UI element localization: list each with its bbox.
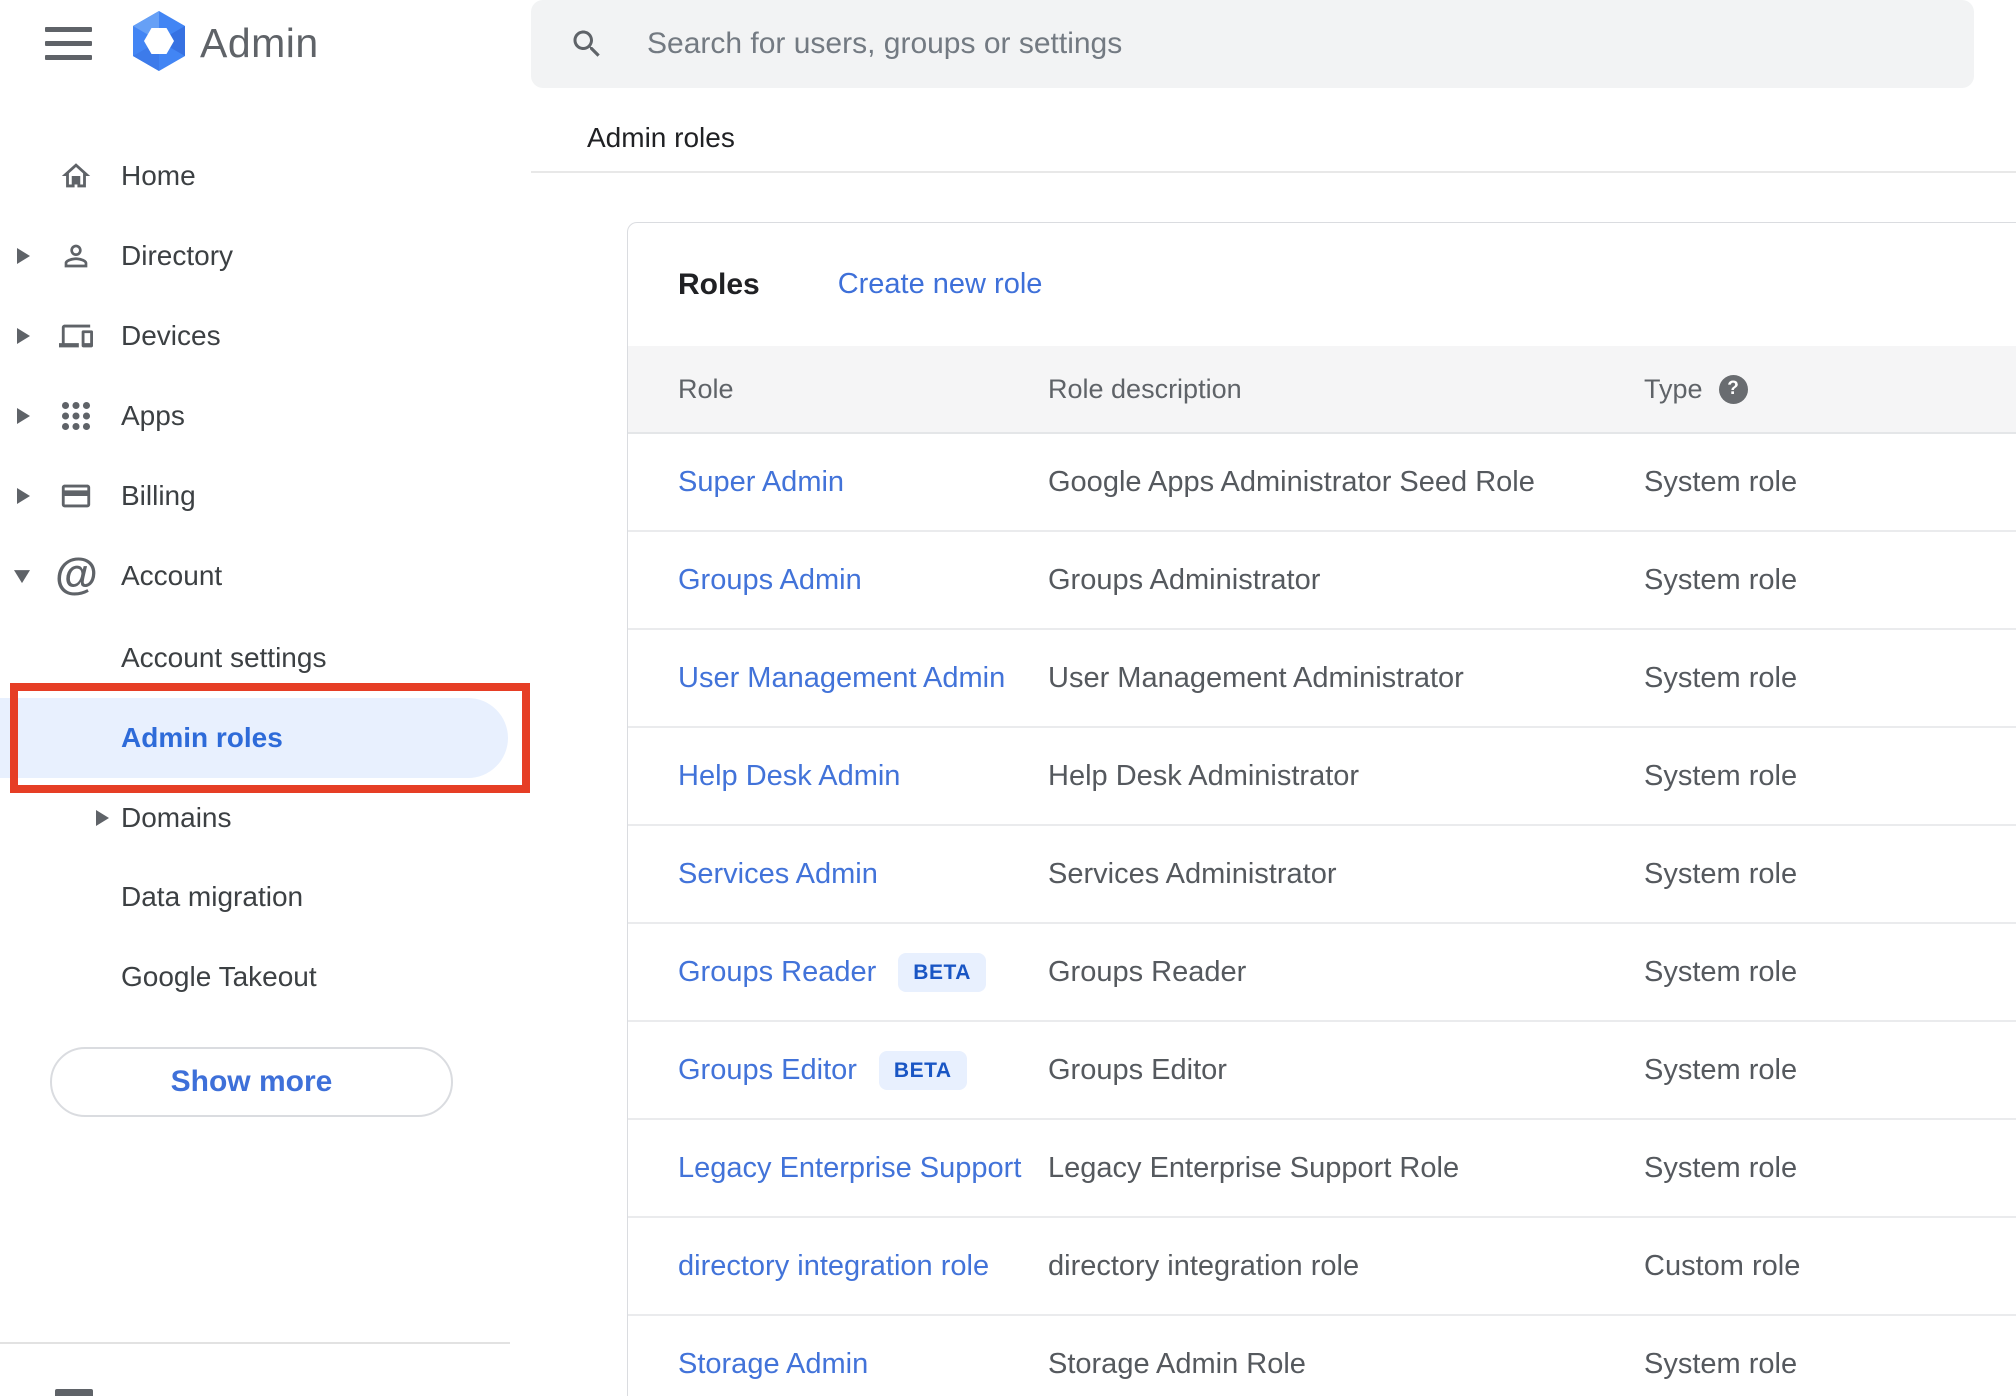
home-icon [59, 159, 93, 193]
table-row: directory integration role directory int… [628, 1218, 2016, 1316]
create-new-role-link[interactable]: Create new role [838, 268, 1043, 301]
role-type: System role [1644, 1053, 1798, 1086]
expand-arrow-icon[interactable] [17, 328, 30, 344]
expand-arrow-icon[interactable] [17, 488, 30, 504]
show-more-button[interactable]: Show more [50, 1047, 453, 1117]
sidebar-item-home[interactable]: Home [0, 136, 531, 216]
sidebar-item-label: Account [121, 560, 223, 591]
role-link[interactable]: Groups Editor [678, 1054, 857, 1087]
sidebar-item-label: Account settings [121, 642, 327, 673]
apps-grid-icon [59, 399, 93, 433]
search-bar[interactable] [531, 0, 1974, 88]
role-description: Google Apps Administrator Seed Role [1048, 465, 1535, 498]
sidebar-item-label: Data migration [121, 881, 304, 912]
sidebar-item-account[interactable]: @ Account [0, 536, 531, 616]
role-type: System role [1644, 857, 1798, 890]
role-type: Custom role [1644, 1249, 1801, 1282]
sidebar-item-label: Admin roles [121, 722, 283, 753]
role-description: directory integration role [1048, 1249, 1360, 1282]
roles-card: Roles Create new role Role Role descript… [627, 222, 2016, 1396]
devices-icon [59, 319, 93, 353]
role-link[interactable]: directory integration role [678, 1250, 989, 1283]
sidebar-item-account-settings[interactable]: Account settings [0, 618, 531, 698]
table-header-row: Role Role description Type ? [628, 346, 2016, 434]
role-description: Groups Reader [1048, 955, 1247, 988]
table-row: Groups Editor BETA Groups Editor System … [628, 1022, 2016, 1120]
help-icon[interactable]: ? [1718, 374, 1748, 404]
sidebar: Admin Home Directory Devices Apps Billin… [0, 0, 531, 1396]
table-row: User Management Admin User Management Ad… [628, 630, 2016, 728]
sidebar-item-label: Google Takeout [121, 961, 317, 992]
role-description: Services Administrator [1048, 857, 1337, 890]
role-description: Help Desk Administrator [1048, 759, 1360, 792]
role-type: System role [1644, 465, 1798, 498]
clipped-bottom-icon [55, 1389, 93, 1396]
sidebar-item-directory[interactable]: Directory [0, 216, 531, 296]
admin-logo-icon [128, 10, 190, 77]
search-input[interactable] [647, 27, 1927, 61]
beta-badge: BETA [878, 1050, 967, 1090]
role-link[interactable]: Services Admin [678, 858, 878, 891]
collapse-arrow-icon[interactable] [14, 570, 30, 584]
table-row: Services Admin Services Administrator Sy… [628, 826, 2016, 924]
role-description: Storage Admin Role [1048, 1347, 1306, 1380]
role-description: Legacy Enterprise Support Role [1048, 1151, 1460, 1184]
sidebar-item-domains[interactable]: Domains [0, 778, 531, 858]
admin-console-screen: Admin Home Directory Devices Apps Billin… [0, 0, 2016, 1396]
sidebar-item-label: Domains [121, 802, 232, 833]
role-type: System role [1644, 955, 1798, 988]
sidebar-item-google-takeout[interactable]: Google Takeout [0, 937, 531, 1017]
sidebar-item-data-migration[interactable]: Data migration [0, 857, 531, 937]
sidebar-bottom-divider [0, 1342, 510, 1344]
sidebar-item-apps[interactable]: Apps [0, 376, 531, 456]
beta-badge: BETA [898, 952, 986, 992]
sidebar-item-label: Billing [121, 480, 196, 511]
at-sign-icon: @ [55, 549, 98, 599]
role-type: System role [1644, 661, 1798, 694]
role-type: System role [1644, 563, 1798, 596]
table-row: Legacy Enterprise Support Legacy Enterpr… [628, 1120, 2016, 1218]
table-row: Help Desk Admin Help Desk Administrator … [628, 728, 2016, 826]
breadcrumb: Admin roles [587, 122, 735, 153]
sidebar-item-label: Directory [121, 240, 234, 271]
table-row: Groups Reader BETA Groups Reader System … [628, 924, 2016, 1022]
role-type: System role [1644, 1151, 1798, 1184]
role-type: System role [1644, 1347, 1798, 1380]
column-header-role-description: Role description [1048, 373, 1242, 404]
admin-logo[interactable]: Admin [128, 10, 319, 77]
role-link[interactable]: Help Desk Admin [678, 760, 900, 793]
sidebar-item-devices[interactable]: Devices [0, 296, 531, 376]
person-icon [59, 239, 93, 273]
role-link[interactable]: Groups Reader [678, 956, 876, 989]
sidebar-item-billing[interactable]: Billing [0, 456, 531, 536]
role-link[interactable]: Legacy Enterprise Support [678, 1152, 1021, 1185]
search-icon [573, 30, 600, 57]
credit-card-icon [59, 479, 93, 513]
sidebar-item-label: Devices [121, 320, 221, 351]
column-header-type: Type ? [1644, 374, 2016, 405]
sidebar-item-label: Home [121, 160, 196, 191]
table-row: Groups Admin Groups Administrator System… [628, 532, 2016, 630]
app-title: Admin [200, 19, 319, 66]
table-row: Super Admin Google Apps Administrator Se… [628, 434, 2016, 532]
expand-arrow-icon[interactable] [17, 408, 30, 424]
role-description: User Management Administrator [1048, 661, 1464, 694]
role-link[interactable]: Super Admin [678, 466, 844, 499]
roles-card-header: Roles Create new role [628, 223, 2016, 346]
column-header-role: Role [678, 373, 734, 404]
divider [531, 171, 2016, 173]
role-link[interactable]: Storage Admin [678, 1348, 868, 1381]
menu-icon[interactable] [45, 27, 92, 60]
table-row: Storage Admin Storage Admin Role System … [628, 1316, 2016, 1396]
expand-arrow-icon[interactable] [96, 810, 109, 826]
role-link[interactable]: Groups Admin [678, 564, 862, 597]
role-description: Groups Administrator [1048, 563, 1321, 596]
page-title: Roles [678, 267, 760, 301]
role-link[interactable]: User Management Admin [678, 662, 1005, 695]
sidebar-item-label: Apps [121, 400, 185, 431]
sidebar-item-admin-roles-selected[interactable]: Admin roles [0, 698, 508, 778]
role-type: System role [1644, 759, 1798, 792]
role-description: Groups Editor [1048, 1053, 1227, 1086]
expand-arrow-icon[interactable] [17, 248, 30, 264]
